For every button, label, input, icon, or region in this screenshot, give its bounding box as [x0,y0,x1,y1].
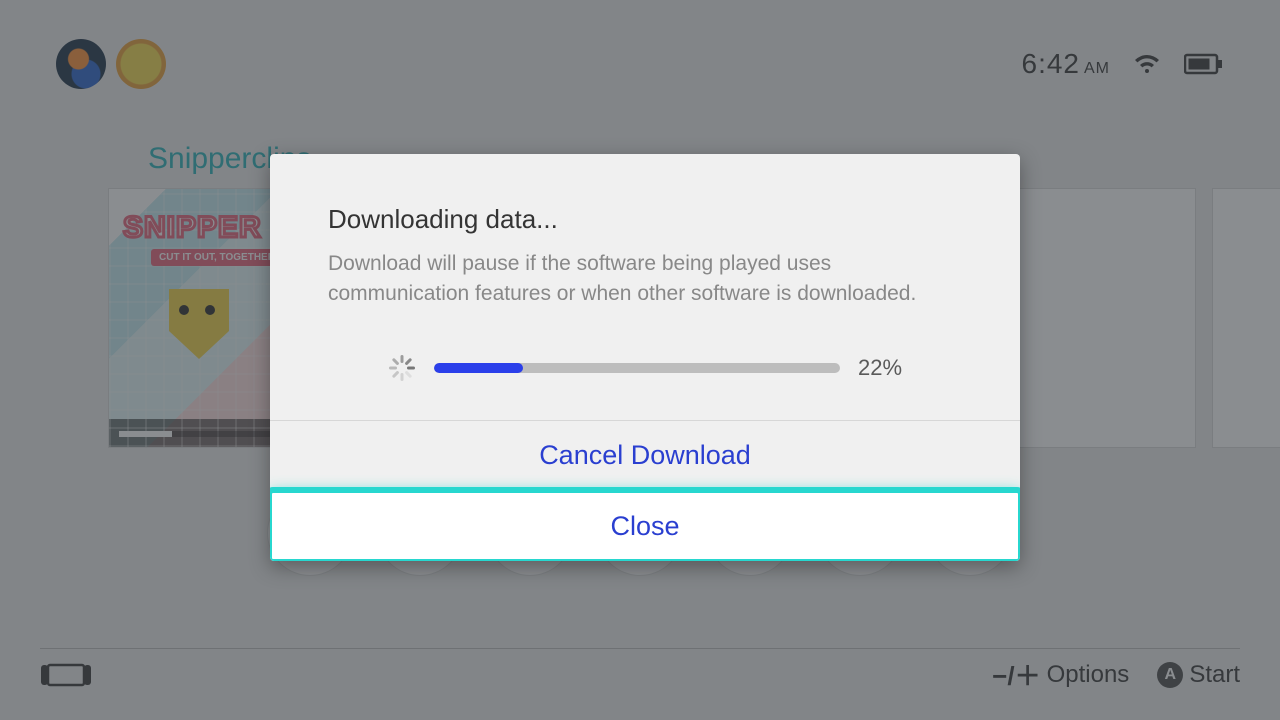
spinner-icon [388,354,416,382]
download-dialog: Downloading data... Download will pause … [270,154,1020,561]
dialog-message: Download will pause if the software bein… [328,249,962,310]
progress-row: 22% [328,354,962,382]
progress-percent-label: 22% [858,355,912,381]
cancel-download-button[interactable]: Cancel Download [270,421,1020,491]
progress-bar [434,363,840,373]
close-button[interactable]: Close [270,491,1020,561]
dialog-actions: Cancel Download Close [270,420,1020,561]
dialog-title: Downloading data... [328,204,962,235]
